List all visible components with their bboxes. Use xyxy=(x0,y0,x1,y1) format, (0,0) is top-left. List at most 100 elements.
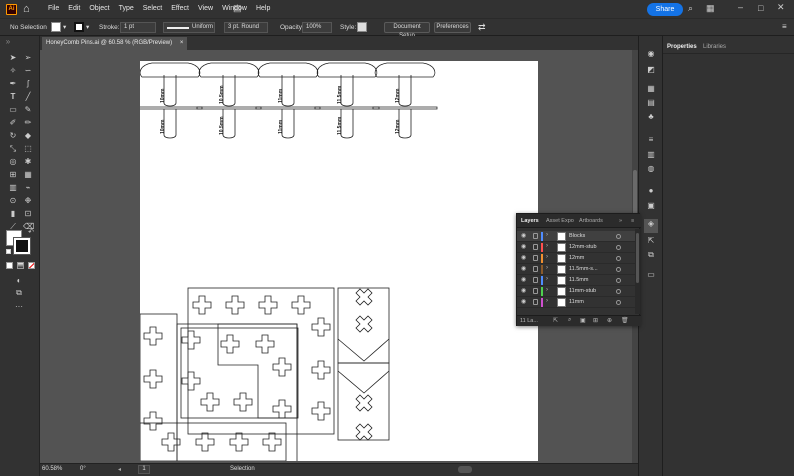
tab-asset-export[interactable]: Asset Expo xyxy=(546,218,574,224)
lock-icon[interactable] xyxy=(533,255,538,261)
menu-select[interactable]: Select xyxy=(143,5,162,12)
visibility-eye-icon[interactable]: ◉ xyxy=(521,299,527,305)
menu-edit[interactable]: Edit xyxy=(68,5,80,12)
lock-icon[interactable] xyxy=(533,288,538,294)
target-icon[interactable] xyxy=(616,256,621,261)
layer-name[interactable]: 11.5mm-s... xyxy=(569,266,609,272)
stroke-swatch[interactable] xyxy=(74,22,84,32)
chevron-block-bottom[interactable] xyxy=(337,362,390,441)
artboard-tool-icon[interactable]: ⊡ xyxy=(23,209,33,219)
puppet-warp-icon[interactable]: ✱ xyxy=(23,157,33,167)
layer-name[interactable]: 12mm xyxy=(569,255,609,261)
perspective-grid-icon[interactable]: ⊞ xyxy=(8,170,18,180)
blend-tool-icon[interactable]: ⊙ xyxy=(8,196,18,206)
layer-name[interactable]: 11.5mm xyxy=(569,277,609,283)
mesh-tool-icon[interactable]: ▦ xyxy=(23,170,33,180)
zoom-level[interactable]: 60.58% xyxy=(42,466,66,474)
rotation-value[interactable]: 0° xyxy=(80,466,86,472)
prev-artboard-icon[interactable]: ◂ xyxy=(118,466,121,473)
eraser-tool-icon[interactable]: ◆ xyxy=(23,131,33,141)
graphic-style-swatch[interactable] xyxy=(357,22,367,32)
menu-type[interactable]: Type xyxy=(119,5,134,12)
search-icon[interactable]: ⌕ xyxy=(688,3,693,14)
line-tool-icon[interactable]: ╱ xyxy=(23,92,33,102)
expand-arrow-icon[interactable]: › xyxy=(546,232,548,238)
horizontal-scroll-thumb[interactable] xyxy=(458,466,472,473)
tab-artboards[interactable]: Artboards xyxy=(579,218,603,224)
transparency-panel-icon[interactable]: ◍ xyxy=(646,164,656,174)
color-mode-icon[interactable] xyxy=(6,262,13,269)
type-tool-icon[interactable]: T xyxy=(8,92,18,102)
lock-icon[interactable] xyxy=(533,299,538,305)
stroke-color-box[interactable] xyxy=(13,237,31,255)
expand-arrow-icon[interactable]: › xyxy=(546,254,548,260)
stub-11mm[interactable] xyxy=(255,106,321,139)
opacity-field[interactable]: 100% xyxy=(302,22,332,33)
visibility-eye-icon[interactable]: ◉ xyxy=(521,277,527,283)
menu-file[interactable]: File xyxy=(48,5,59,12)
artboard-number[interactable]: 1 xyxy=(138,465,150,474)
gradient-tool-icon[interactable]: ▥ xyxy=(8,183,18,193)
layer-row[interactable]: ◉ › 12mm-stub xyxy=(517,242,635,253)
fill-swatch[interactable] xyxy=(51,22,61,32)
gradient-panel-icon[interactable]: ▥ xyxy=(646,150,656,160)
tab-libraries[interactable]: Libraries xyxy=(703,44,726,50)
screen-mode-icon[interactable]: ⧉ xyxy=(14,288,24,298)
paintbrush-icon[interactable]: ✎ xyxy=(23,105,33,115)
expand-arrow-icon[interactable]: › xyxy=(546,265,548,271)
layer-name[interactable]: 11mm xyxy=(569,299,609,305)
eyedropper-icon[interactable]: ⌁ xyxy=(23,183,33,193)
arrange-documents-icon[interactable]: ▤ xyxy=(233,3,242,14)
menu-view[interactable]: View xyxy=(198,5,213,12)
pen-tool-icon[interactable]: ✒ xyxy=(8,79,18,89)
pin-10mm[interactable] xyxy=(140,62,201,107)
export-panel-icon[interactable]: ⇱ xyxy=(646,236,656,246)
artboards-panel-icon[interactable]: ⧉ xyxy=(646,250,656,260)
pin-11-5mm[interactable] xyxy=(316,62,378,107)
layer-row[interactable]: ◉ › Blocks xyxy=(517,231,635,242)
locate-object-icon[interactable]: ⌕ xyxy=(568,317,571,324)
visibility-eye-icon[interactable]: ◉ xyxy=(521,255,527,261)
pin-12mm[interactable] xyxy=(374,62,436,107)
target-icon[interactable] xyxy=(616,300,621,305)
preferences-button[interactable]: Preferences xyxy=(434,22,471,33)
close-icon[interactable]: ✕ xyxy=(777,2,785,13)
visibility-eye-icon[interactable]: ◉ xyxy=(521,244,527,250)
rotate-tool-icon[interactable]: ↻ xyxy=(8,131,18,141)
toolbar-collapse-icon[interactable]: » xyxy=(3,37,13,47)
shape-builder-icon[interactable]: ◎ xyxy=(8,157,18,167)
block-inner-frame[interactable] xyxy=(176,323,298,461)
align-icon[interactable]: ⇄ xyxy=(478,22,486,33)
panel-menu-icon[interactable]: ≡ xyxy=(782,22,787,31)
new-sublayer-icon[interactable]: ⊞ xyxy=(593,317,598,324)
none-mode-icon[interactable] xyxy=(28,262,35,269)
draw-mode-icon[interactable]: ◐ xyxy=(14,276,24,286)
lock-icon[interactable] xyxy=(533,244,538,250)
target-icon[interactable] xyxy=(616,278,621,283)
selection-tool-icon[interactable]: ➤ xyxy=(8,53,18,63)
tab-layers[interactable]: Layers xyxy=(521,218,539,224)
layer-row[interactable]: ◉ › 11.5mm-s... xyxy=(517,264,635,275)
layers-menu-icon[interactable]: ≡ xyxy=(631,218,634,224)
magic-wand-icon[interactable]: ✧ xyxy=(8,66,18,76)
brushes-icon[interactable]: ▤ xyxy=(646,98,656,108)
fill-dropdown-icon[interactable]: ▾ xyxy=(63,23,66,31)
direct-selection-tool-icon[interactable]: ➢ xyxy=(23,53,33,63)
visibility-eye-icon[interactable]: ◉ xyxy=(521,266,527,272)
target-icon[interactable] xyxy=(616,267,621,272)
edit-toolbar-icon[interactable]: ··· xyxy=(14,302,24,312)
stub-12mm[interactable] xyxy=(372,106,438,139)
stroke-weight-field[interactable]: 1 pt xyxy=(120,22,156,33)
tab-properties[interactable]: Properties xyxy=(667,44,697,50)
gradient-mode-icon[interactable] xyxy=(17,262,24,269)
target-icon[interactable] xyxy=(616,289,621,294)
layer-row[interactable]: ◉ › 11mm-stub xyxy=(517,286,635,297)
swatches-icon[interactable]: ▦ xyxy=(646,84,656,94)
pin-10-5mm[interactable] xyxy=(198,62,260,107)
layer-name[interactable]: 12mm-stub xyxy=(569,244,609,250)
lock-icon[interactable] xyxy=(533,233,538,239)
stub-11-5mm[interactable] xyxy=(314,106,380,139)
expand-arrow-icon[interactable]: › xyxy=(546,276,548,282)
layers-panel-icon[interactable]: ◈ xyxy=(644,219,658,233)
symbols-icon[interactable]: ♣ xyxy=(646,112,656,122)
